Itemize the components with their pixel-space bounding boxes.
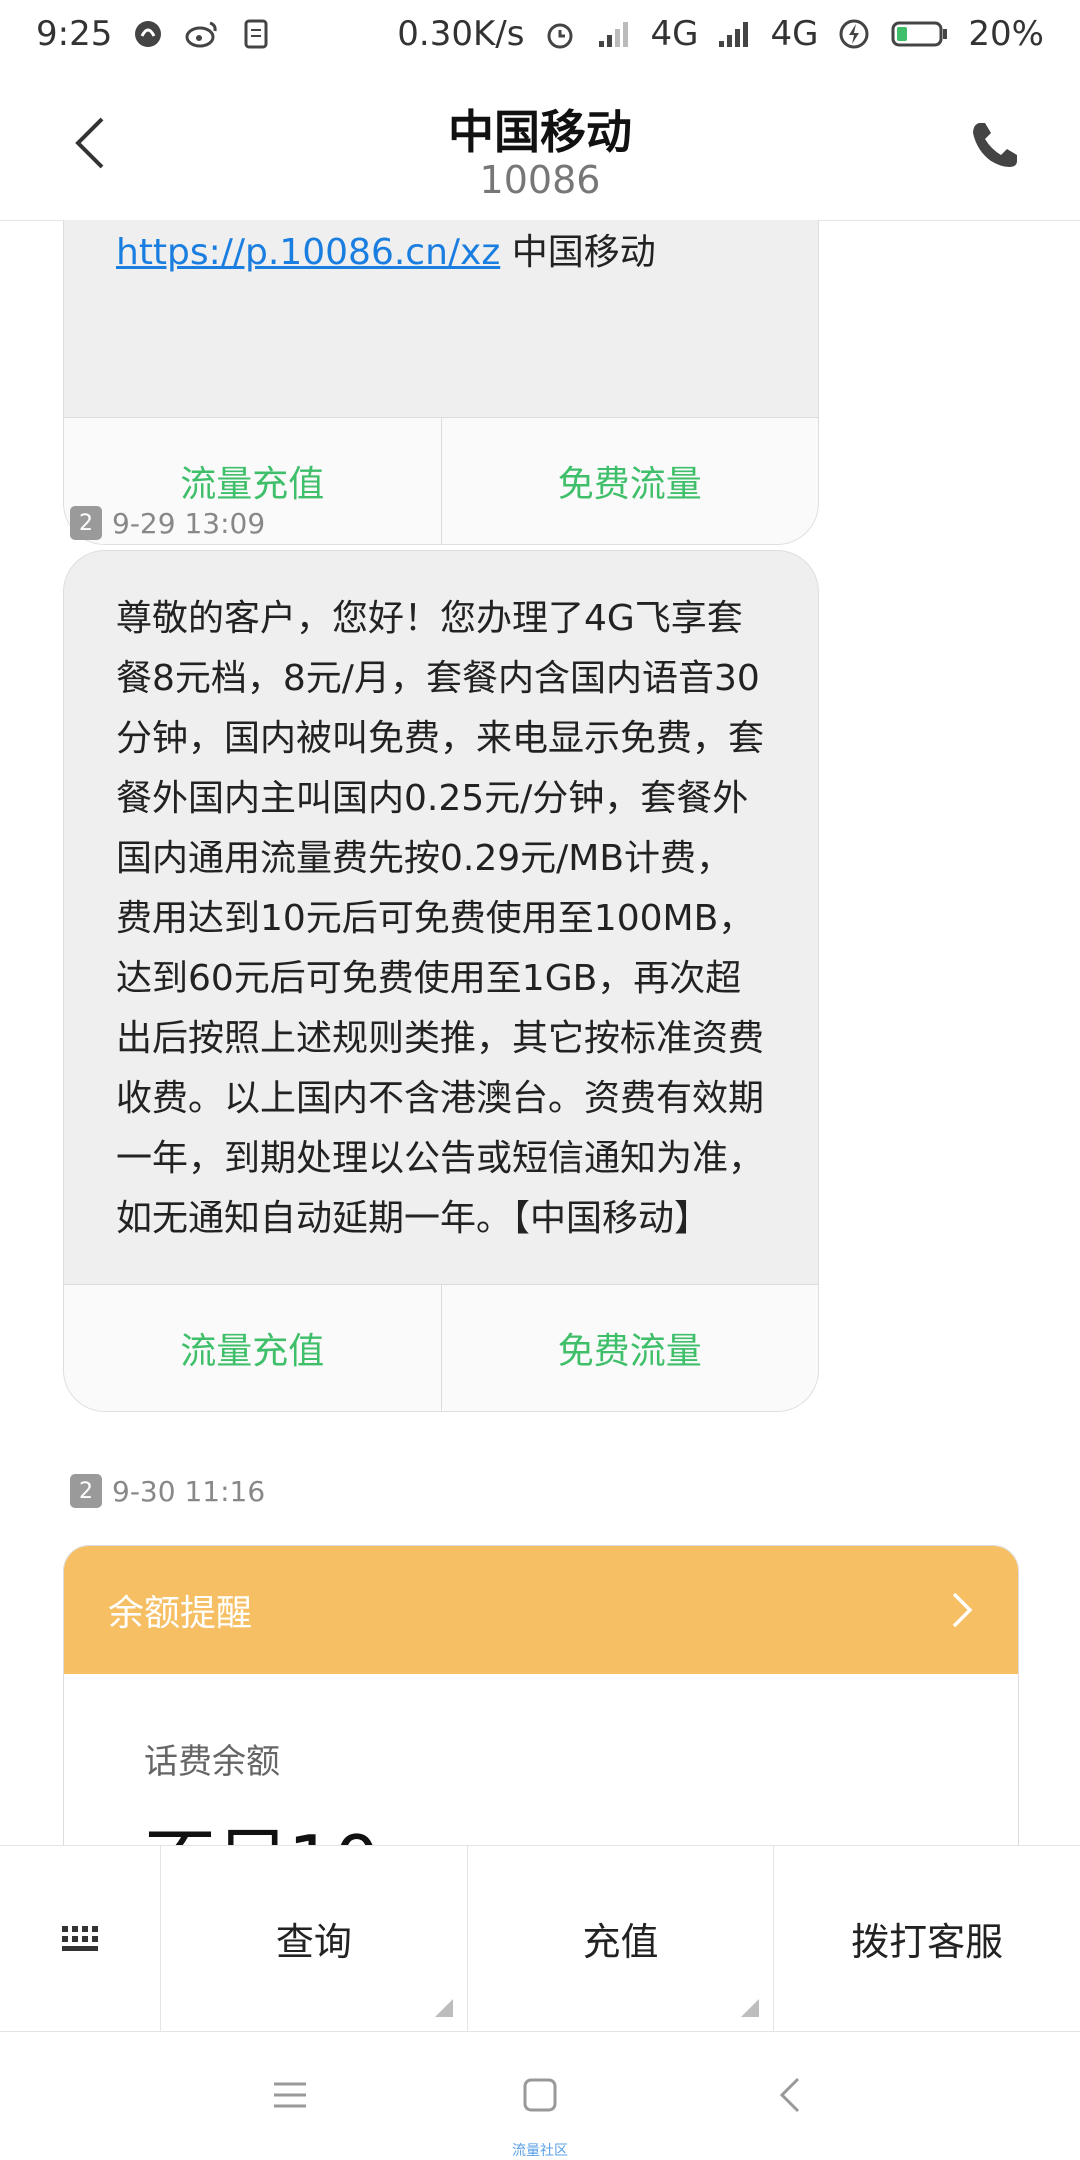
card-header[interactable]: 余额提醒 — [64, 1546, 1018, 1674]
card-title: 余额提醒 — [108, 1593, 253, 1634]
message-time: 9-30 11:16 — [112, 1474, 266, 1508]
network-type-2: 4G — [770, 14, 819, 54]
hd-signal-icon — [716, 16, 752, 52]
balance-label: 话费余额 — [144, 1742, 280, 1782]
message-bubble[interactable]: https://p.10086.cn/xz 中国移动 流量充值 免费流量 — [63, 220, 819, 545]
balance-value: 不足10 — [144, 1820, 380, 1845]
recent-apps-button[interactable] — [260, 2065, 320, 2125]
free-data-button[interactable]: 免费流量 — [440, 1285, 819, 1411]
home-square-icon — [523, 2078, 557, 2112]
network-type-1: 4G — [650, 14, 699, 54]
message-list[interactable]: https://p.10086.cn/xz 中国移动 流量充值 免费流量 2 9… — [0, 220, 1080, 1845]
status-bar: 9:25 0.30K/s 4G 4G 20% — [0, 0, 1080, 68]
query-label: 查询 — [275, 1920, 352, 1964]
message-meta: 2 9-29 13:09 — [70, 506, 265, 540]
message-meta: 2 9-30 11:16 — [70, 1474, 265, 1508]
query-menu-button[interactable]: 查询 — [161, 1846, 467, 2031]
status-time: 9:25 — [36, 14, 113, 54]
contact-name: 中国移动 — [448, 105, 632, 159]
card-body: 话费余额 不足10元 — [64, 1674, 1018, 1845]
recharge-menu-button[interactable]: 充值 — [466, 1846, 774, 2031]
signal-icon — [596, 16, 632, 52]
message-link[interactable]: https://p.10086.cn/xz — [116, 232, 500, 273]
submenu-indicator-icon — [434, 1999, 453, 2017]
nav-back-button[interactable] — [760, 2065, 820, 2125]
balance-value-row: 不足10元 — [144, 1803, 938, 1845]
menu-icon — [274, 2082, 306, 2108]
sim-badge: 2 — [70, 506, 102, 540]
chevron-right-icon — [952, 1592, 973, 1628]
submenu-indicator-icon — [741, 1999, 760, 2017]
recharge-label: 充值 — [582, 1920, 659, 1964]
watermark: 流量社区 — [512, 2143, 568, 2159]
call-service-button[interactable]: 拨打客服 — [773, 1846, 1080, 2031]
weibo-icon — [184, 16, 220, 52]
call-service-label: 拨打客服 — [851, 1920, 1004, 1964]
message-text: 尊敬的客户，您好！您办理了4G飞享套餐8元档，8元/月，套餐内含国内语音30分钟… — [116, 598, 765, 1239]
message-text: https://p.10086.cn/xz 中国移动 — [64, 220, 818, 313]
battery-icon — [890, 16, 950, 52]
phone-icon — [973, 123, 1017, 167]
keyboard-icon — [62, 1925, 98, 1951]
message-time: 9-29 13:09 — [112, 506, 266, 540]
sim-badge: 2 — [70, 1474, 102, 1508]
free-data-button[interactable]: 免费流量 — [440, 418, 819, 544]
message-actions: 流量充值 免费流量 — [64, 1284, 818, 1411]
status-right: 0.30K/s 4G 4G 20% — [397, 14, 1044, 54]
app-notification-icon — [130, 16, 166, 52]
status-left: 9:25 — [36, 14, 274, 54]
charging-icon — [836, 16, 872, 52]
contact-number: 10086 — [479, 158, 601, 202]
back-arrow-icon — [779, 2077, 800, 2113]
net-speed: 0.30K/s — [397, 14, 525, 54]
alarm-icon — [542, 16, 578, 52]
message-text-tail: 中国移动 — [500, 232, 656, 273]
message-bubble[interactable]: 尊敬的客户，您好！您办理了4G飞享套餐8元档，8元/月，套餐内含国内语音30分钟… — [63, 550, 819, 1412]
conversation-header: 中国移动 10086 — [0, 68, 1080, 221]
quick-action-bar: 查询 充值 拨打客服 — [0, 1845, 1080, 2032]
home-button[interactable] — [510, 2065, 570, 2125]
keyboard-toggle-button[interactable] — [0, 1846, 161, 2031]
balance-reminder-card[interactable]: 余额提醒 话费余额 不足10元 — [63, 1545, 1019, 1845]
document-notification-icon — [238, 16, 274, 52]
battery-percent: 20% — [968, 14, 1044, 54]
data-recharge-button[interactable]: 流量充值 — [64, 1285, 441, 1411]
call-button[interactable] — [960, 110, 1030, 180]
